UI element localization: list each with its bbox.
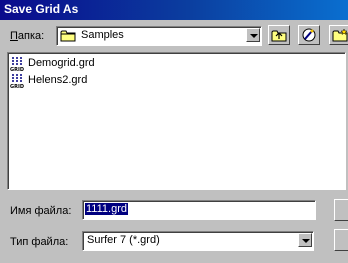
filename-field[interactable]: 1111.grd bbox=[82, 200, 316, 220]
title-bar[interactable]: Save Grid As bbox=[0, 0, 348, 20]
grid-file-icon: GRID bbox=[10, 56, 26, 73]
file-name: Demogrid.grd bbox=[28, 57, 95, 69]
create-new-folder-button[interactable] bbox=[298, 25, 320, 45]
filetype-value: Surfer 7 (*.grd) bbox=[87, 234, 160, 246]
folder-icon bbox=[60, 29, 76, 42]
create-new-folder-icon bbox=[301, 28, 317, 45]
filename-value: 1111.grd bbox=[85, 203, 128, 215]
up-one-level-icon bbox=[271, 28, 287, 45]
folder-current: Samples bbox=[81, 29, 124, 41]
up-one-level-button[interactable] bbox=[268, 25, 290, 45]
filetype-label: Тип файла: bbox=[10, 236, 69, 248]
grid-file-icon: GRID bbox=[10, 73, 26, 90]
filetype-dropdown-arrow[interactable] bbox=[298, 233, 312, 247]
cancel-button[interactable] bbox=[334, 229, 348, 251]
window-title: Save Grid As bbox=[4, 2, 79, 16]
view-menu-icon bbox=[332, 28, 348, 45]
svg-text:GRID: GRID bbox=[10, 84, 24, 89]
save-button[interactable] bbox=[334, 199, 348, 221]
folder-label-text: апка: bbox=[17, 30, 45, 42]
file-list[interactable]: GRID Demogrid.grd GRID Helens2.grd bbox=[7, 52, 346, 190]
filetype-combo[interactable]: Surfer 7 (*.grd) bbox=[82, 231, 314, 251]
view-menu-button[interactable] bbox=[329, 25, 348, 45]
svg-text:GRID: GRID bbox=[10, 67, 24, 72]
folder-label: Папка: bbox=[10, 30, 45, 42]
file-name: Helens2.grd bbox=[28, 74, 88, 86]
filename-label: Имя файла: bbox=[10, 205, 72, 217]
folder-combo[interactable]: Samples bbox=[56, 26, 262, 46]
folder-dropdown-arrow[interactable] bbox=[246, 28, 260, 42]
